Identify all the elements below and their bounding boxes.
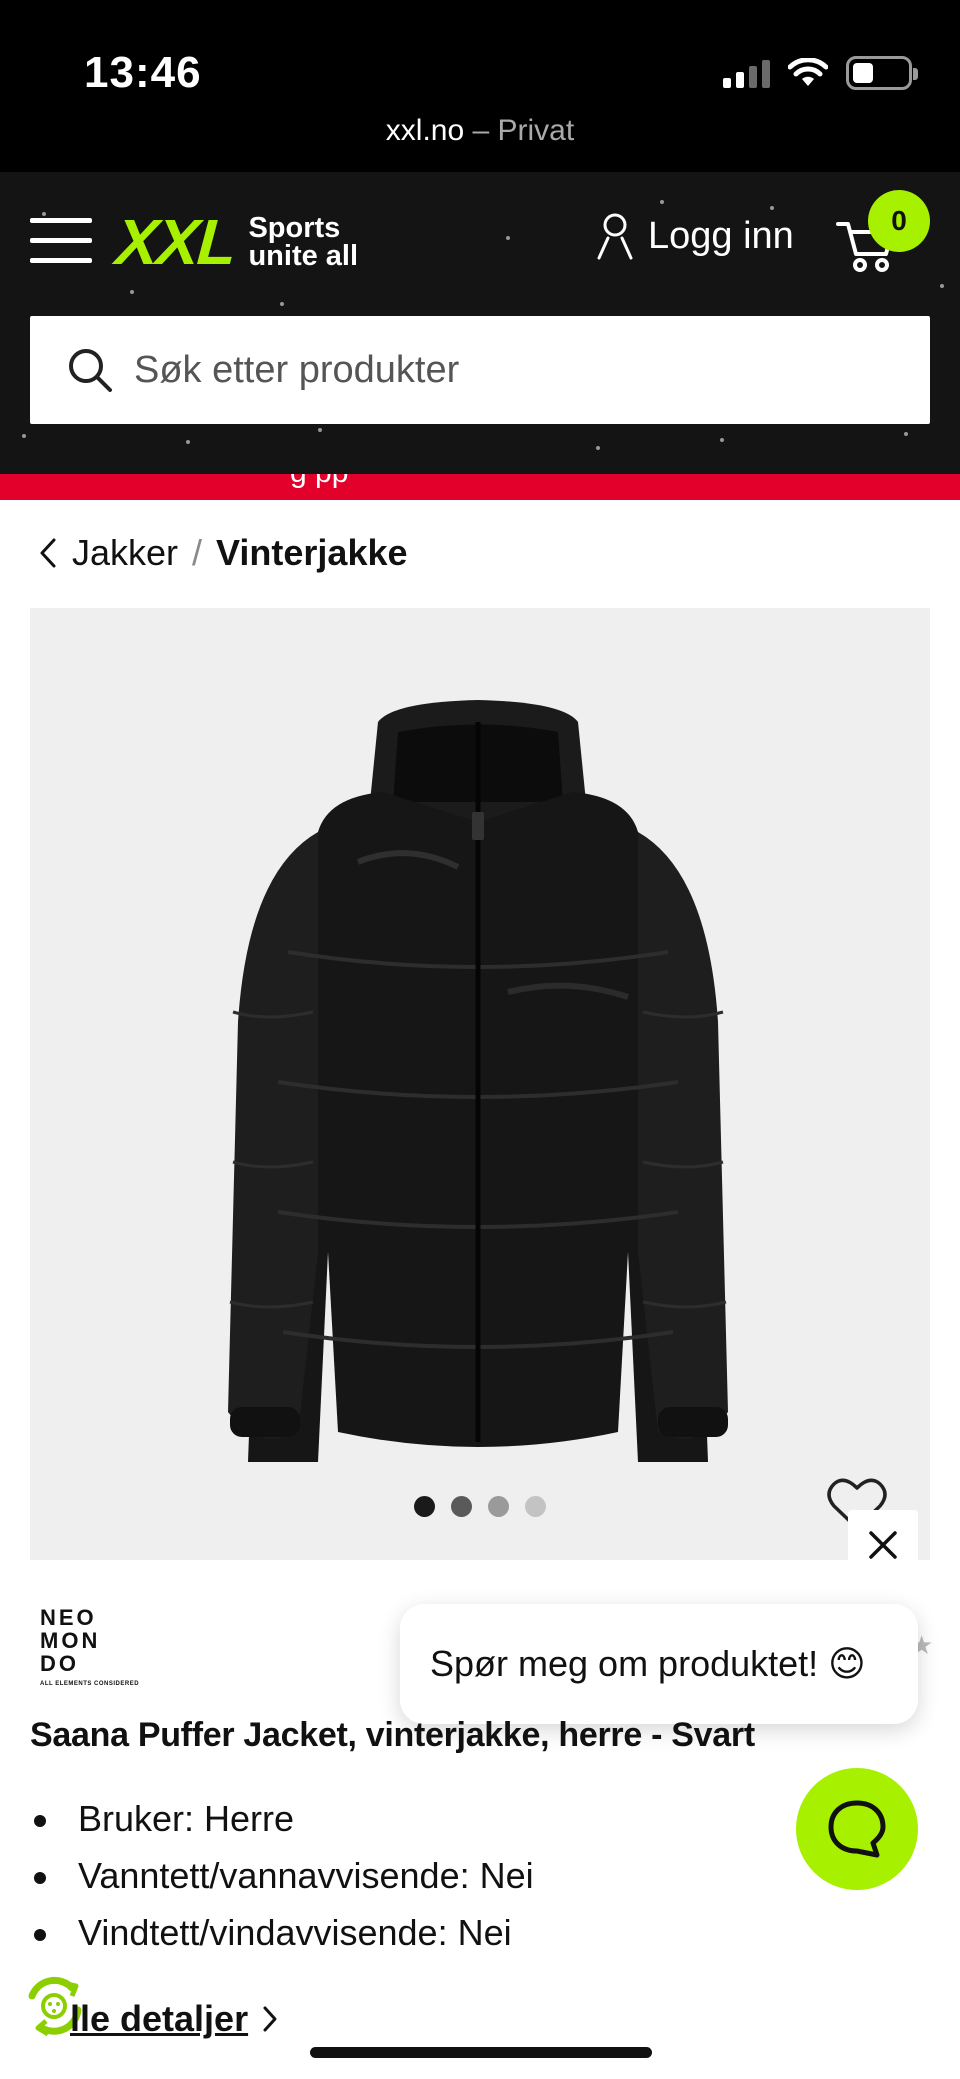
all-details-label: lle detaljer <box>70 1998 249 2039</box>
status-bar: 13:46 xxl.no – Privat <box>0 0 960 172</box>
close-chat-button[interactable] <box>848 1510 918 1580</box>
breadcrumb: Jakker / Vinterjakke <box>36 532 408 574</box>
gallery-dot-4[interactable] <box>525 1496 546 1517</box>
gallery-pagination <box>414 1496 546 1517</box>
user-icon <box>597 213 633 260</box>
promo-banner: g pp <box>0 474 960 500</box>
brand-logo[interactable]: NEO MON DO ALL ELEMENTS CONSIDERED <box>40 1606 160 1688</box>
logo-tagline-line-1: Sports <box>248 212 341 244</box>
login-button[interactable]: Logg inn <box>596 212 794 260</box>
promo-text: g pp <box>290 474 348 490</box>
search-input[interactable] <box>134 348 894 392</box>
address-bar[interactable]: xxl.no – Privat <box>0 114 960 148</box>
site-logo[interactable]: XXL Sports unite all <box>113 206 359 278</box>
cellular-signal-icon <box>723 58 770 88</box>
feature-item: Vindtett/vindavvisende: Nei <box>30 1904 534 1961</box>
cart-count-badge: 0 <box>868 190 930 252</box>
feature-item: Bruker: Herre <box>30 1790 534 1847</box>
wifi-icon <box>788 58 828 86</box>
logo-tagline-line-2: unite all <box>248 240 359 272</box>
close-icon <box>869 1531 897 1559</box>
chevron-right-icon <box>263 2006 277 2032</box>
search-bar <box>30 316 930 424</box>
logo-tagline: Sports unite all <box>248 212 359 272</box>
gallery-dot-2[interactable] <box>451 1496 472 1517</box>
chevron-left-icon[interactable] <box>36 536 58 570</box>
feature-item: Vanntett/vannavvisende: Nei <box>30 1847 534 1904</box>
logo-wordmark: XXL <box>113 206 237 278</box>
gallery-dot-1[interactable] <box>414 1496 435 1517</box>
chat-icon <box>828 1800 886 1858</box>
breadcrumb-separator: / <box>192 532 203 573</box>
chat-prompt-text: Spør meg om produktet! 😊 <box>430 1643 866 1684</box>
battery-icon <box>846 56 918 90</box>
url-text: xxl.no <box>385 114 465 147</box>
product-image-gallery[interactable] <box>30 608 930 1560</box>
gallery-dot-3[interactable] <box>488 1496 509 1517</box>
chat-prompt-bubble[interactable]: Spør meg om produktet! 😊 <box>400 1604 918 1724</box>
all-details-link[interactable]: lle detaljer <box>70 1998 278 2040</box>
search-icon[interactable] <box>66 346 114 394</box>
status-icons <box>723 56 918 90</box>
breadcrumb-parent[interactable]: Jakker <box>72 532 178 574</box>
chat-launcher-button[interactable] <box>796 1768 918 1890</box>
status-time: 13:46 <box>84 48 202 97</box>
breadcrumb-current: Vinterjakke <box>216 532 408 573</box>
home-indicator[interactable] <box>310 2047 652 2058</box>
product-features-list: Bruker: Herre Vanntett/vannavvisende: Ne… <box>30 1790 534 1961</box>
browsing-mode: – Privat <box>472 114 575 147</box>
site-header: XXL Sports unite all Logg inn 0 <box>0 172 960 474</box>
menu-icon[interactable] <box>30 218 92 264</box>
login-label: Logg inn <box>648 214 794 257</box>
product-title: Saana Puffer Jacket, vinterjakke, herre … <box>30 1716 755 1754</box>
product-image <box>228 700 728 1462</box>
